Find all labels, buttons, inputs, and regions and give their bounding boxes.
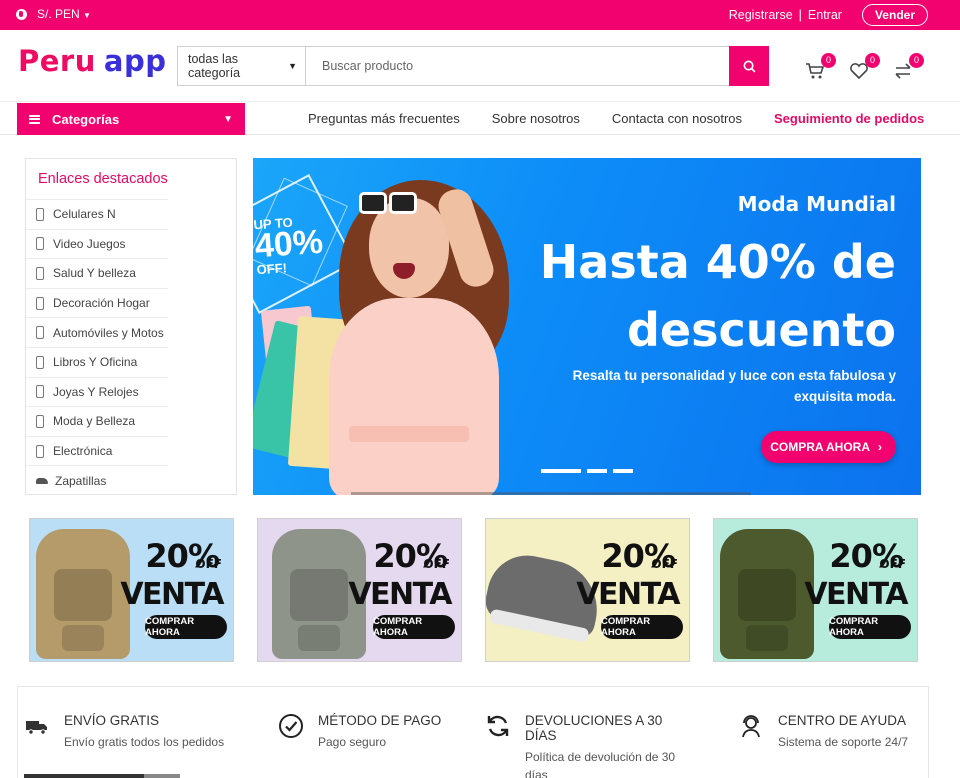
phone-icon [36,296,44,310]
sidebar-item[interactable]: Video Juegos [26,228,168,259]
compare-button[interactable]: 0 [893,53,924,82]
backpack-image [36,529,130,659]
logo[interactable]: Peru app [18,44,166,78]
buy-now-button[interactable]: COMPRAR AHORA [145,615,227,639]
features-bar: ENVÍO GRATIS Envío gratis todos los pedid… [17,686,929,778]
compare-count-badge: 0 [909,53,924,68]
search-input[interactable] [306,47,729,85]
feature-help-center: CENTRO DE AYUDA Sistema de soporte 24/7 [738,713,908,751]
truck-icon [26,721,47,735]
nav-link-about[interactable]: Sobre nosotros [492,111,580,126]
promo-tile[interactable]: 20% OFF VENTA COMPRAR AHORA [29,518,234,662]
footer-edge [144,774,180,778]
backpack-image [720,529,814,659]
hero-subtitle: Resalta tu personalidad y luce con esta … [572,368,896,404]
category-select[interactable]: todas las categoría ▼ [178,47,306,85]
buy-now-button[interactable]: COMPRAR AHORA [829,615,911,639]
categories-menu-button[interactable]: Categorías ▼ [17,103,245,135]
sidebar-title: Enlaces destacados [38,171,168,187]
nav-link-order-tracking[interactable]: Seguimiento de pedidos [774,111,924,126]
hamburger-icon [29,114,40,124]
separator: | [798,8,802,22]
cart-button[interactable]: 0 [805,53,836,82]
phone-icon [36,237,44,251]
sidebar-item[interactable]: Zapatillas [26,465,168,495]
search-button[interactable] [729,46,769,86]
sell-button[interactable]: Vender [861,4,928,26]
register-link[interactable]: Registrarse [729,8,793,22]
buy-now-button[interactable]: COMPRAR AHORA [601,615,683,639]
phone-icon [36,207,44,221]
featured-links-sidebar: Enlaces destacados Celulares N Video Jue… [25,158,237,495]
sidebar-item[interactable]: Salud Y belleza [26,258,168,288]
chevron-down-icon: ▼ [288,61,297,71]
phone-icon [36,385,44,399]
hero-promo-sticker: UP TO 40% OFF! [253,214,325,278]
slider-dot[interactable] [613,469,633,473]
feature-returns: DEVOLUCIONES A 30 DÍAS Política de devolu… [485,713,685,778]
search-icon [743,60,755,72]
sidebar-item[interactable]: Automóviles y Motos [26,317,168,347]
chevron-right-icon: › [878,440,882,454]
login-link[interactable]: Entrar [808,8,842,22]
sidebar-item[interactable]: Libros Y Oficina [26,346,168,377]
main-nav: Categorías ▼ Preguntas más frecuentes So… [0,103,960,135]
support-agent-icon [742,715,760,738]
refresh-icon [487,715,509,737]
phone-icon [36,266,44,280]
wishlist-count-badge: 0 [865,53,880,68]
shoe-icon [36,477,48,484]
nav-link-contact[interactable]: Contacta con nosotros [612,111,742,126]
top-bar: S/. PEN ▼ Registrarse | Entrar Vender [0,0,960,30]
chevron-down-icon: ▼ [223,113,233,125]
phone-icon [36,355,44,369]
hero-banner[interactable]: UP TO 40% OFF! Moda Mundial Hasta 40% de… [253,158,921,495]
sidebar-item[interactable]: Decoración Hogar [26,287,168,318]
cart-count-badge: 0 [821,53,836,68]
promo-tile[interactable]: 20% OFF VENTA COMPRAR AHORA [257,518,462,662]
promo-tile[interactable]: 20% OFF VENTA COMPRAR AHORA [713,518,918,662]
promo-tile[interactable]: 20% OFF VENTA COMPRAR AHORA [485,518,690,662]
feature-payment: MÉTODO DE PAGO Pago seguro [278,713,441,751]
sidebar-item[interactable]: Moda y Belleza [26,406,168,436]
slider-progress [351,492,751,495]
search-bar: todas las categoría ▼ [177,46,769,86]
hero-eyebrow: Moda Mundial [737,192,896,216]
currency-selector[interactable]: S/. PEN ▼ [37,7,91,21]
buy-now-button[interactable]: COMPRAR AHORA [373,615,455,639]
feature-free-shipping: ENVÍO GRATIS Envío gratis todos los pedid… [24,713,224,751]
footer-edge [24,774,144,778]
hero-shop-now-button[interactable]: COMPRA AHORA › [761,431,896,463]
check-circle-icon [279,714,303,738]
slider-dot[interactable] [541,469,581,473]
phone-icon [36,414,44,428]
hero-headline: Hasta 40% de descuento [539,235,896,357]
sidebar-item[interactable]: Celulares N [26,199,168,229]
globe-icon [16,8,27,20]
phone-icon [36,326,44,340]
slider-indicators [541,469,633,473]
chevron-down-icon: ▼ [83,11,91,20]
wishlist-button[interactable]: 0 [849,53,880,82]
header: Peruapp todas las categoría ▼ 0 0 0 [0,30,960,102]
nav-link-faq[interactable]: Preguntas más frecuentes [308,111,460,126]
phone-icon [36,444,44,458]
slider-dot[interactable] [587,469,607,473]
sidebar-item[interactable]: Electrónica [26,435,168,466]
sidebar-item[interactable]: Joyas Y Relojes [26,376,168,407]
